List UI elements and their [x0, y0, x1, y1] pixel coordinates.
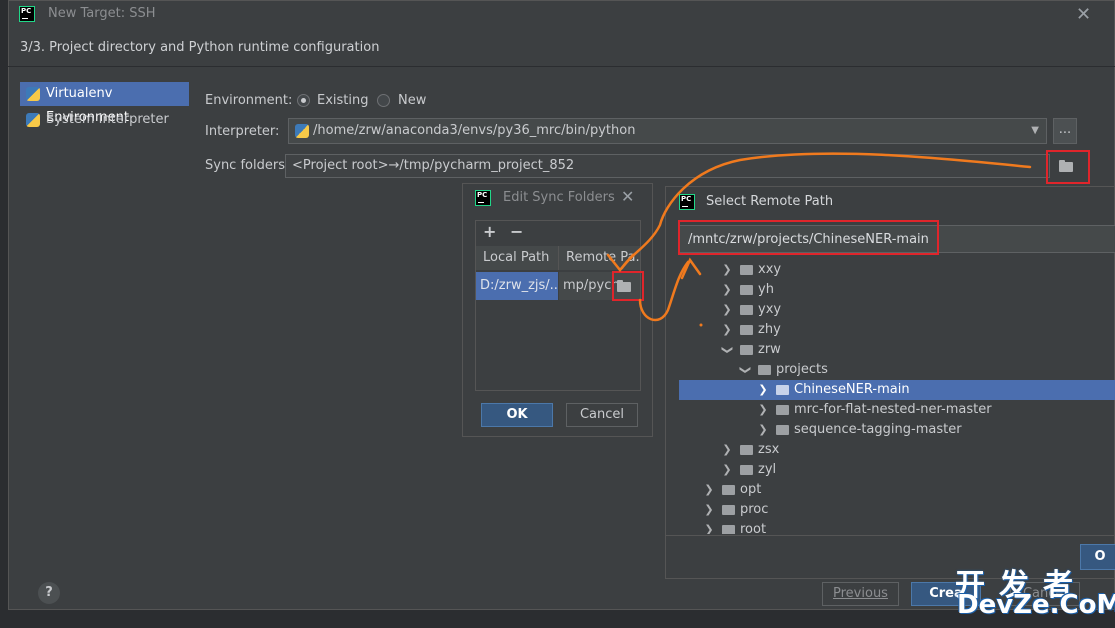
- interpreter-label: Interpreter:: [205, 124, 280, 139]
- tree-item-label: zrw: [758, 342, 781, 357]
- tree-item-yxy[interactable]: ❯ yxy: [679, 300, 1115, 320]
- tree-item-label: opt: [740, 482, 762, 497]
- tree-item-label: yh: [758, 282, 774, 297]
- remote-file-tree: ❯ xxy ❯ yh ❯ yxy ❯ zhy ❯ zrw ❯ projects ❯ Chine…: [679, 260, 1115, 534]
- sync-folders-label: Sync folders:: [205, 158, 290, 173]
- env-type-system-interpreter[interactable]: System Interpreter: [20, 108, 189, 132]
- folder-icon: [722, 485, 735, 495]
- tree-item-opt[interactable]: ❯ opt: [679, 480, 1115, 500]
- pycharm-logo-icon: PC: [679, 194, 695, 210]
- table-cell-local-path[interactable]: D:/zrw_zjs/...: [476, 272, 558, 300]
- folder-icon: [740, 345, 753, 355]
- folder-icon: [740, 445, 753, 455]
- python-icon: [26, 87, 40, 101]
- tree-item-label: proc: [740, 502, 769, 517]
- tree-divider: [666, 535, 1115, 536]
- add-icon[interactable]: +: [483, 222, 496, 241]
- tree-item-label: zhy: [758, 322, 781, 337]
- python-icon: [295, 124, 309, 138]
- folder-icon: [722, 525, 735, 534]
- tree-item-proc[interactable]: ❯ proc: [679, 500, 1115, 520]
- remove-icon[interactable]: −: [510, 222, 523, 241]
- edit-sync-folders-dialog: PC Edit Sync Folders ✕ + − Local Path Re…: [462, 183, 653, 437]
- tree-item-label: zsx: [758, 442, 780, 457]
- tree-item-label: sequence-tagging-master: [794, 422, 962, 437]
- chevron-down-icon: ▼: [1031, 125, 1039, 136]
- interpreter-browse-button[interactable]: ...: [1053, 118, 1077, 144]
- pycharm-logo-icon: PC: [475, 190, 491, 206]
- tree-item-label: projects: [776, 362, 828, 377]
- tree-item-zrw[interactable]: ❯ zrw: [679, 340, 1115, 360]
- annotation-highlight: [678, 220, 939, 255]
- folder-icon: [776, 385, 789, 395]
- previous-button[interactable]: Previous: [822, 582, 899, 606]
- watermark-line2: DevZe.CoM: [957, 590, 1115, 620]
- folder-icon: [740, 305, 753, 315]
- column-header-remote-path[interactable]: Remote Pa...: [559, 246, 640, 270]
- sync-dialog-title: Edit Sync Folders: [503, 190, 615, 205]
- env-type-virtualenv[interactable]: Virtualenv Environment: [20, 82, 189, 125]
- dialog-title: New Target: SSH: [48, 6, 156, 21]
- tree-item-sequence-tagging-master[interactable]: ❯ sequence-tagging-master: [679, 420, 1115, 440]
- folder-icon: [740, 285, 753, 295]
- folder-icon: [722, 505, 735, 515]
- close-icon[interactable]: ✕: [1076, 4, 1091, 25]
- previous-label: Previous: [833, 586, 888, 601]
- env-type-label: System Interpreter: [46, 112, 169, 127]
- pycharm-logo-icon: PC: [19, 6, 35, 22]
- folder-icon: [740, 265, 753, 275]
- column-header-local-path[interactable]: Local Path: [476, 246, 559, 270]
- existing-label: Existing: [317, 93, 369, 108]
- interpreter-select[interactable]: /home/zrw/anaconda3/envs/py36_mrc/bin/py…: [288, 118, 1047, 144]
- sync-folders-value: <Project root>→/tmp/pycharm_project_852: [292, 158, 575, 173]
- folder-icon: [740, 465, 753, 475]
- annotation-highlight: [612, 271, 644, 301]
- header-divider: [8, 66, 1115, 67]
- remote-dialog-title: Select Remote Path: [706, 194, 834, 209]
- existing-radio[interactable]: [297, 94, 310, 107]
- folder-icon: [776, 425, 789, 435]
- sync-cancel-button[interactable]: Cancel: [566, 403, 638, 427]
- folder-icon: [758, 365, 771, 375]
- tree-item-xxy[interactable]: ❯ xxy: [679, 260, 1115, 280]
- folder-icon: [740, 325, 753, 335]
- tree-item-label: zyl: [758, 462, 777, 477]
- tree-item-label: ChineseNER-main: [794, 382, 910, 397]
- new-radio[interactable]: [377, 94, 390, 107]
- tree-item-label: yxy: [758, 302, 782, 317]
- sync-ok-button[interactable]: OK: [481, 403, 553, 427]
- tree-item-zhy[interactable]: ❯ zhy: [679, 320, 1115, 340]
- sync-folders-field: <Project root>→/tmp/pycharm_project_852: [285, 154, 1050, 178]
- environment-label: Environment:: [205, 93, 293, 108]
- tree-item-zyl[interactable]: ❯ zyl: [679, 460, 1115, 480]
- tree-item-zsx[interactable]: ❯ zsx: [679, 440, 1115, 460]
- tree-item-projects[interactable]: ❯ projects: [679, 360, 1115, 380]
- sync-folders-table: + − Local Path Remote Pa... D:/zrw_zjs/.…: [475, 220, 641, 391]
- environment-type-list: Virtualenv Environment System Interprete…: [20, 78, 191, 578]
- tree-item-root[interactable]: ❯ root: [679, 520, 1115, 534]
- tree-item-chinesener-main[interactable]: ❯ ChineseNER-main: [679, 380, 1115, 400]
- folder-icon: [776, 405, 789, 415]
- step-heading: 3/3. Project directory and Python runtim…: [20, 40, 380, 55]
- tree-item-mrc-for-flat-nested-ner-master[interactable]: ❯ mrc-for-flat-nested-ner-master: [679, 400, 1115, 420]
- close-icon[interactable]: ✕: [621, 187, 634, 206]
- tree-item-label: xxy: [758, 262, 782, 277]
- tree-item-label: root: [740, 522, 767, 534]
- python-icon: [26, 113, 40, 127]
- select-remote-path-dialog: PC Select Remote Path /mntc/zrw/projects…: [665, 186, 1115, 579]
- interpreter-value: /home/zrw/anaconda3/envs/py36_mrc/bin/py…: [313, 123, 636, 138]
- watermark: 开发者 DevZe.CoM: [955, 560, 1115, 628]
- help-button[interactable]: ?: [38, 582, 60, 604]
- new-label: New: [398, 93, 427, 108]
- tree-item-yh[interactable]: ❯ yh: [679, 280, 1115, 300]
- annotation-highlight: [1046, 150, 1090, 184]
- tree-item-label: mrc-for-flat-nested-ner-master: [794, 402, 992, 417]
